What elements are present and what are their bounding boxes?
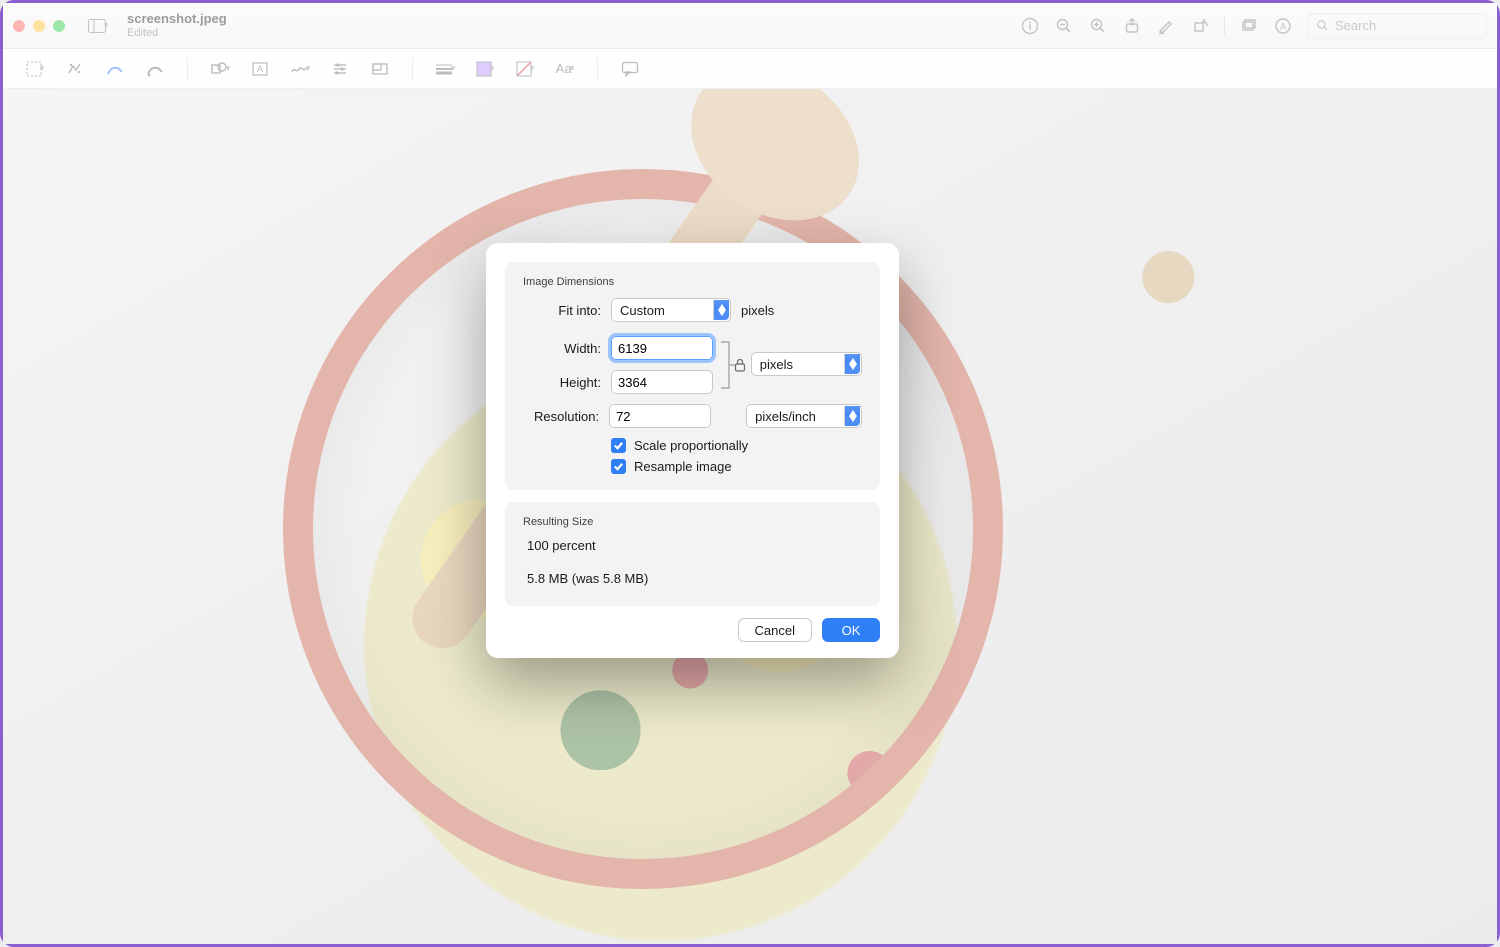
height-label: Height: [523,375,601,390]
annotate-tool[interactable] [618,57,642,81]
ok-button[interactable]: OK [822,618,880,642]
shapes-tool[interactable]: ▾ [208,57,232,81]
scale-proportionally-label: Scale proportionally [634,438,748,453]
select-stepper-icon [844,406,860,426]
image-dimensions-panel: Image Dimensions Fit into: Custom pixels… [505,262,880,490]
fit-into-select[interactable]: Custom [611,298,731,322]
sign-tool[interactable]: ▾ [288,57,312,81]
markup-toolbar: ▾ ▾ A ▾ ▾ ▾ ▾ Aa▾ [3,49,1497,89]
adjust-size-tool[interactable] [368,57,392,81]
resulting-filesize: 5.8 MB (was 5.8 MB) [527,571,862,586]
line-style-tool[interactable]: ▾ [433,57,457,81]
highlight-icon[interactable]: A [1273,16,1293,36]
zoom-in-icon[interactable] [1088,16,1108,36]
fill-color-tool[interactable]: ▾ [513,57,537,81]
instant-alpha-tool[interactable] [63,57,87,81]
minimize-window-button[interactable] [33,20,45,32]
aspect-lock[interactable] [717,336,745,394]
svg-text:A: A [1280,21,1286,31]
adjust-size-dialog: Image Dimensions Fit into: Custom pixels… [486,243,899,658]
fit-into-unit: pixels [741,303,774,318]
window-controls [13,20,65,32]
border-color-tool[interactable]: ▾ [473,57,497,81]
resolution-label: Resolution: [523,409,599,424]
font-style-tool[interactable]: Aa▾ [553,57,577,81]
lock-icon [734,358,746,372]
cancel-button[interactable]: Cancel [738,618,812,642]
select-stepper-icon [713,300,729,320]
wh-unit-select[interactable]: pixels [751,352,862,376]
select-stepper-icon [844,354,860,374]
title-block: screenshot.jpeg Edited [127,12,227,40]
sketch-tool[interactable] [143,57,167,81]
svg-text:A: A [257,64,263,74]
zoom-out-icon[interactable] [1054,16,1074,36]
selection-tool[interactable]: ▾ [23,57,47,81]
height-input[interactable] [611,370,713,394]
resolution-unit-value: pixels/inch [755,409,816,424]
markup-icon[interactable] [1156,16,1176,36]
document-title: screenshot.jpeg [127,12,227,27]
text-tool[interactable]: A [248,57,272,81]
width-input[interactable] [611,336,713,360]
share-icon[interactable] [1122,16,1142,36]
search-placeholder: Search [1335,18,1376,33]
zoom-window-button[interactable] [53,20,65,32]
resolution-unit-select[interactable]: pixels/inch [746,404,862,428]
resulting-size-title: Resulting Size [523,516,862,528]
resolution-input[interactable] [609,404,711,428]
info-icon[interactable] [1020,16,1040,36]
search-field[interactable]: Search [1307,13,1487,39]
adjust-color-tool[interactable] [328,57,352,81]
rotate-icon[interactable] [1190,16,1210,36]
titlebar-right-actions: A Search [1020,13,1487,39]
titlebar: ▾ screenshot.jpeg Edited A Search [3,3,1497,49]
close-window-button[interactable] [13,20,25,32]
fit-into-label: Fit into: [523,303,601,318]
document-status: Edited [127,27,227,40]
wh-unit-value: pixels [760,357,793,372]
width-label: Width: [523,341,601,356]
search-icon [1316,19,1329,32]
resulting-percent: 100 percent [527,538,862,553]
resample-image-checkbox[interactable] [611,459,626,474]
resample-image-label: Resample image [634,459,732,474]
scale-proportionally-checkbox[interactable] [611,438,626,453]
draw-tool[interactable] [103,57,127,81]
resulting-size-panel: Resulting Size 100 percent 5.8 MB (was 5… [505,502,880,606]
image-dimensions-title: Image Dimensions [523,276,862,288]
sidebar-toggle-button[interactable]: ▾ [83,13,113,39]
fit-into-value: Custom [620,303,665,318]
crop-icon[interactable] [1239,16,1259,36]
